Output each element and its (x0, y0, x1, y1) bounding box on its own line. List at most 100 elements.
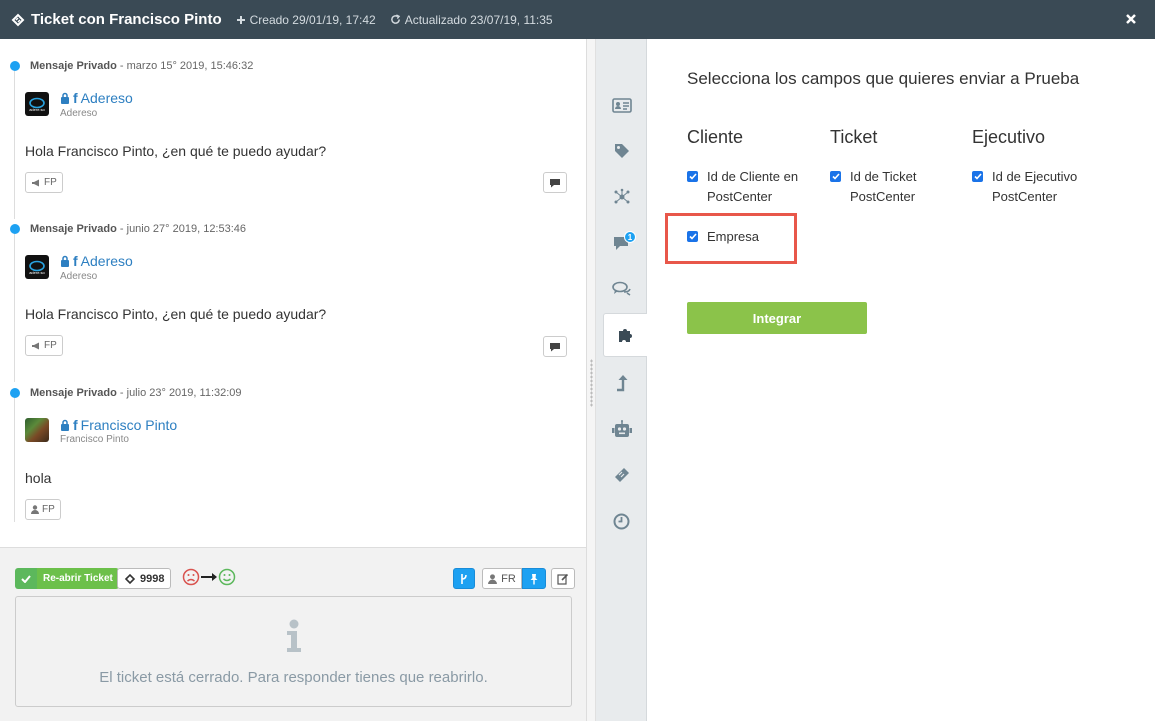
network-icon (614, 188, 629, 204)
rail-item-conversations[interactable] (596, 267, 647, 311)
message-author[interactable]: f Francisco Pinto (60, 417, 177, 433)
author-name[interactable]: Adereso (81, 253, 133, 269)
comment-icon (550, 342, 560, 351)
facebook-icon: f (73, 90, 78, 106)
assignee-button[interactable]: FR (482, 568, 522, 589)
ticket-icon (614, 468, 629, 482)
arrow-right-icon (201, 573, 217, 581)
comment-button[interactable] (543, 336, 567, 357)
checkbox-checked[interactable] (687, 231, 698, 242)
rail-item-network[interactable] (596, 175, 647, 219)
refresh-icon (390, 14, 400, 24)
edit-button[interactable] (551, 568, 575, 589)
side-icon-rail: 1 (596, 39, 648, 721)
created-text: Creado 29/01/19, 17:42 (249, 12, 376, 27)
timeline-line (14, 230, 15, 382)
lock-icon (61, 255, 69, 267)
message-header: Mensaje Privado - marzo 15° 2019, 15:46:… (30, 60, 254, 72)
integration-panel: Selecciona los campos que quieres enviar… (647, 39, 1155, 721)
comments-icon (611, 281, 631, 296)
avatar: adere.so (25, 92, 49, 116)
field-cliente-id[interactable]: Id de Cliente en PostCenter (687, 167, 817, 207)
message-tag[interactable]: FP (25, 335, 63, 356)
satisfaction-indicator (182, 568, 236, 586)
field-label: Empresa (707, 229, 760, 244)
timeline-line (14, 67, 15, 219)
id-card-icon (611, 97, 632, 113)
field-label: Id de Ejecutivo PostCenter (992, 169, 1078, 204)
ticket-icon (10, 12, 26, 28)
timeline-dot (10, 224, 20, 234)
rail-item-tags[interactable] (596, 129, 647, 173)
svg-text:adere.so: adere.so (29, 107, 45, 112)
field-ticket-id[interactable]: Id de Ticket PostCenter (830, 167, 940, 207)
checkbox-checked[interactable] (687, 171, 698, 182)
author-name[interactable]: Adereso (81, 90, 133, 106)
message-date: marzo 15° 2019, 15:46:32 (126, 60, 254, 72)
branch-button[interactable] (453, 568, 475, 589)
message-header: Mensaje Privado - julio 23° 2019, 11:32:… (30, 387, 242, 399)
author-subtitle: Francisco Pinto (60, 434, 129, 445)
composer-area: Re-abrir Ticket 9998 FR El ticket está c… (0, 547, 587, 721)
lock-icon (61, 92, 69, 104)
column-title-cliente: Cliente (687, 127, 744, 147)
rail-item-tickets[interactable] (596, 453, 647, 497)
facebook-icon: f (73, 417, 78, 433)
field-label: Id de Cliente en PostCenter (707, 169, 799, 204)
message-date: junio 27° 2019, 12:53:46 (126, 223, 247, 235)
column-title-ticket: Ticket (830, 127, 878, 147)
updated-info: Actualizado 23/07/19, 11:35 (390, 13, 553, 27)
level-up-icon (616, 375, 627, 392)
resize-handle[interactable] (590, 359, 593, 407)
check-icon (15, 568, 37, 589)
megaphone-icon (32, 342, 39, 349)
facebook-icon: f (73, 253, 78, 269)
rail-item-integrations[interactable] (603, 313, 648, 357)
message-type: Mensaje Privado (30, 223, 117, 235)
message-tag[interactable]: FP (25, 172, 63, 193)
column-title-ejecutivo: Ejecutivo (972, 127, 1046, 147)
author-name[interactable]: Francisco Pinto (81, 417, 177, 433)
closed-ticket-notice: El ticket está cerrado. Para responder t… (15, 596, 572, 707)
message-author[interactable]: f Adereso (60, 90, 133, 106)
pin-button[interactable] (522, 568, 546, 589)
message-author[interactable]: f Adereso (60, 253, 133, 269)
svg-text:adere.so: adere.so (29, 270, 45, 275)
user-icon (31, 505, 39, 514)
close-icon[interactable] (1123, 11, 1139, 27)
clock-icon (613, 513, 630, 529)
comment-button[interactable] (543, 172, 567, 193)
field-ejecutivo-id[interactable]: Id de Ejecutivo PostCenter (972, 167, 1102, 207)
robot-icon (611, 420, 632, 437)
field-label: Id de Ticket PostCenter (850, 169, 917, 204)
field-empresa[interactable]: Empresa (687, 227, 787, 247)
message-tag[interactable]: FP (25, 499, 61, 520)
avatar (25, 418, 49, 442)
reopen-label: Re-abrir Ticket (37, 568, 119, 589)
reopen-ticket-button[interactable]: Re-abrir Ticket (15, 568, 119, 589)
happy-face-icon (218, 568, 236, 586)
tag-label: FP (44, 177, 57, 188)
author-subtitle: Adereso (60, 271, 98, 282)
checkbox-checked[interactable] (972, 171, 983, 182)
ticket-number-badge: 9998 (117, 568, 172, 589)
message-type: Mensaje Privado (30, 60, 117, 72)
rail-item-escalate[interactable] (596, 361, 647, 405)
integrate-button[interactable]: Integrar (687, 302, 867, 334)
user-icon (488, 573, 498, 584)
info-icon (284, 619, 304, 658)
rail-item-messages[interactable]: 1 (596, 221, 647, 265)
checkbox-checked[interactable] (830, 171, 841, 182)
pane-splitter[interactable] (587, 39, 596, 721)
tag-label: FP (42, 504, 55, 515)
rail-item-history[interactable] (596, 499, 647, 543)
timeline-dot (10, 388, 20, 398)
rail-item-bot[interactable] (596, 407, 647, 451)
timeline-dot (10, 61, 20, 71)
created-info: Creado 29/01/19, 17:42 (236, 13, 376, 27)
rail-item-contact[interactable] (596, 83, 647, 127)
branch-icon (461, 573, 467, 584)
conversation-pane[interactable]: Mensaje Privado - marzo 15° 2019, 15:46:… (0, 39, 587, 547)
comment-icon (550, 178, 560, 187)
megaphone-icon (32, 179, 39, 186)
